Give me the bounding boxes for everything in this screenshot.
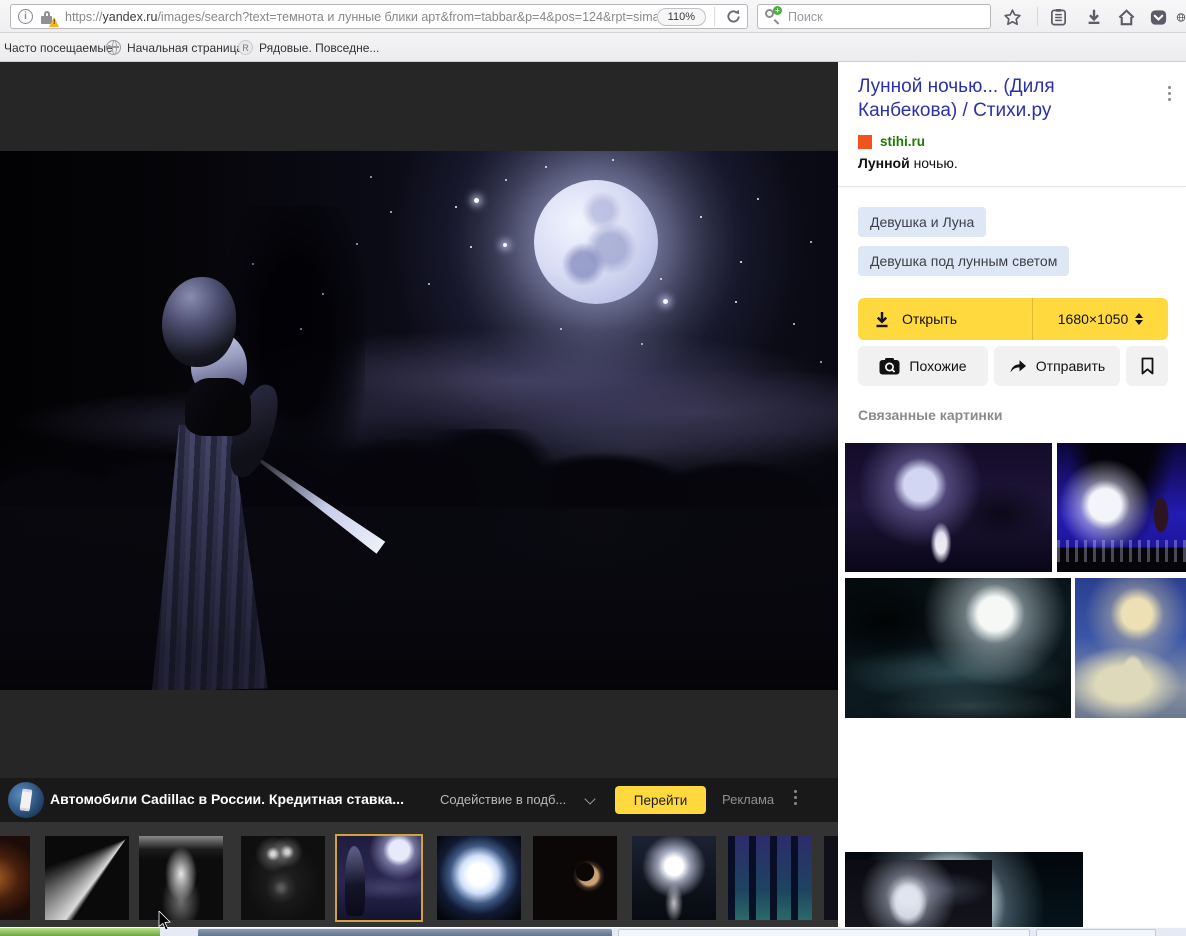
- ad-assist-dropdown[interactable]: Содействие в подб...: [440, 792, 566, 807]
- ad-label: Реклама: [722, 792, 774, 807]
- bookmarks-toolbar: Часто посещаемые Начальная страница R Ря…: [0, 33, 1186, 62]
- reload-icon[interactable]: [721, 6, 745, 28]
- save-to-collection-button[interactable]: [1126, 346, 1168, 386]
- results-filmstrip: [0, 822, 838, 927]
- url-bar[interactable]: i ! https://yandex.ru/images/search?text…: [10, 4, 748, 29]
- taskbar-window-button[interactable]: [618, 929, 1030, 936]
- os-taskbar: [0, 927, 1186, 936]
- filmstrip-thumb-selected[interactable]: [335, 834, 423, 922]
- bookmark-star-icon[interactable]: [1000, 5, 1024, 29]
- filmstrip-thumb-7[interactable]: [533, 836, 617, 920]
- related-image-4[interactable]: [1075, 578, 1186, 718]
- globe-icon: [106, 40, 121, 55]
- toolbar-separator: [1037, 7, 1038, 26]
- site-link[interactable]: stihi.ru: [880, 134, 925, 149]
- ad-go-button[interactable]: Перейти: [615, 786, 706, 814]
- bookmark-item-ryadovye[interactable]: R Рядовые. Повседне...: [238, 33, 379, 62]
- source-row[interactable]: stihi.ru: [858, 134, 925, 149]
- search-engine-icon[interactable]: +: [764, 8, 782, 26]
- site-favicon: [858, 135, 872, 149]
- search-bar[interactable]: +: [757, 4, 991, 29]
- chevron-down-icon[interactable]: [584, 793, 595, 804]
- navigation-toolbar: i ! https://yandex.ru/images/search?text…: [0, 0, 1186, 33]
- taskbar-active-window-button[interactable]: [198, 929, 612, 936]
- ad-menu-icon[interactable]: [794, 790, 797, 805]
- ad-banner: Автомобили Cadillac в России. Кредитная …: [0, 778, 838, 822]
- related-images-heading: Связанные картинки: [858, 407, 1003, 423]
- bookmark-item-home[interactable]: Начальная страница: [106, 33, 243, 62]
- filmstrip-thumb-3[interactable]: [139, 836, 223, 920]
- open-button[interactable]: Открыть 1680×1050: [858, 298, 1168, 340]
- tag-girl-and-moon[interactable]: Девушка и Луна: [858, 207, 986, 237]
- ad-title[interactable]: Автомобили Cadillac в России. Кредитная …: [50, 791, 404, 807]
- resolution-selector[interactable]: 1680×1050: [1033, 298, 1168, 340]
- image-viewer-area: Автомобили Cadillac в России. Кредитная …: [0, 62, 838, 927]
- related-image-7[interactable]: [846, 860, 992, 927]
- result-menu-icon[interactable]: [1168, 86, 1171, 101]
- woman-corset: [185, 378, 251, 436]
- menu-globe-icon[interactable]: [1176, 5, 1186, 29]
- full-moon: [534, 180, 658, 304]
- browser-window: i ! https://yandex.ru/images/search?text…: [0, 0, 1186, 936]
- mixed-content-lock-icon[interactable]: !: [39, 9, 57, 25]
- related-image-2[interactable]: [1057, 443, 1186, 572]
- tag-girl-moonlight[interactable]: Девушка под лунным светом: [858, 246, 1069, 276]
- site-favicon: R: [238, 40, 253, 55]
- image-details-panel: Лунной ночью... (Диля Канбекова) / Стихи…: [838, 62, 1186, 927]
- download-icon: [874, 311, 890, 328]
- share-arrow-icon: [1009, 358, 1027, 374]
- filmstrip-thumb-10[interactable]: [824, 836, 838, 920]
- woman-hair: [162, 277, 236, 367]
- pocket-icon[interactable]: [1146, 5, 1170, 29]
- filmstrip-thumb-9[interactable]: [728, 836, 812, 920]
- ad-avatar[interactable]: [8, 782, 44, 818]
- result-title-link[interactable]: Лунной ночью... (Диля Канбекова) / Стихи…: [858, 75, 1138, 123]
- add-search-engine-badge: +: [773, 6, 782, 15]
- library-icon[interactable]: [1046, 5, 1070, 29]
- related-image-1[interactable]: [845, 443, 1052, 572]
- bookmark-icon: [1140, 357, 1155, 375]
- filmstrip-thumb-8[interactable]: [632, 836, 716, 920]
- snippet-text: Лунной ночью.: [858, 155, 958, 171]
- page-info-icon[interactable]: i: [18, 9, 33, 24]
- related-image-3[interactable]: [845, 578, 1071, 718]
- similar-images-button[interactable]: Похожие: [858, 346, 988, 386]
- size-sort-arrows-icon: [1135, 313, 1143, 325]
- start-button[interactable]: [0, 928, 160, 936]
- main-preview-image[interactable]: [0, 151, 838, 690]
- filmstrip-thumb-2[interactable]: [45, 836, 129, 920]
- bookmark-item-frequent[interactable]: Часто посещаемые: [4, 33, 113, 62]
- divider: [838, 186, 1186, 187]
- treeline-silhouette: [0, 429, 838, 509]
- search-input[interactable]: [786, 9, 990, 25]
- mouse-cursor: [158, 911, 172, 931]
- filmstrip-thumb-6[interactable]: [437, 836, 521, 920]
- lake-reflection: [0, 507, 838, 690]
- stars: [0, 151, 2, 153]
- filmstrip-thumb-4[interactable]: [241, 836, 325, 920]
- camera-search-icon: [879, 358, 900, 375]
- home-icon[interactable]: [1114, 5, 1138, 29]
- url-text[interactable]: https://yandex.ru/images/search?text=тем…: [65, 10, 657, 24]
- downloads-icon[interactable]: [1082, 5, 1106, 29]
- send-button[interactable]: Отправить: [994, 346, 1120, 386]
- zoom-level-badge[interactable]: 110%: [657, 8, 706, 26]
- taskbar-window-button[interactable]: [1036, 929, 1156, 936]
- filmstrip-thumb-1[interactable]: [0, 836, 30, 920]
